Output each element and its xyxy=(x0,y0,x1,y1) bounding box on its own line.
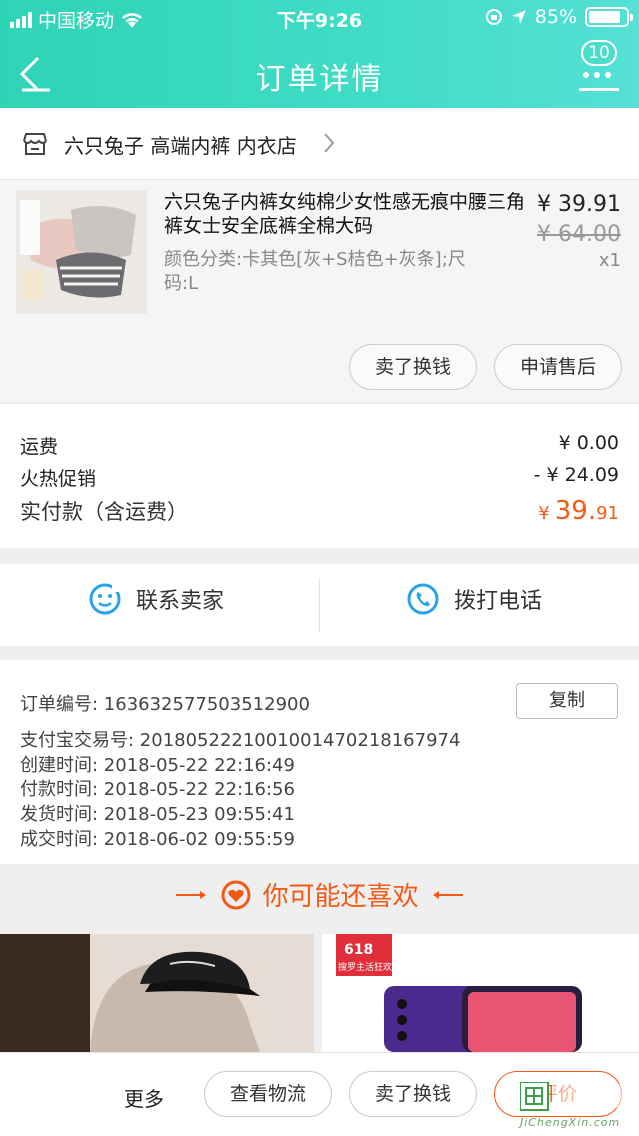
menu-underline xyxy=(579,88,619,91)
shipping-value: ¥ 0.00 xyxy=(558,432,619,454)
watermark-logo xyxy=(519,1081,628,1111)
after-sale-button[interactable]: 申请售后 xyxy=(494,344,622,390)
tag-618-sub: 搜罗主活狂欢季 xyxy=(338,963,402,973)
shipping-row: 运费 ¥ 0.00 xyxy=(20,432,619,459)
more-menu-button[interactable]: 10 xyxy=(579,40,619,92)
more-dots-icon xyxy=(583,72,611,78)
resell-button[interactable]: 卖了换钱 xyxy=(349,344,477,390)
left-arrow-deco-icon xyxy=(176,890,207,899)
completed-time: 成交时间: 2018-06-02 09:55:59 xyxy=(20,829,295,850)
page-title: 订单详情 xyxy=(255,62,384,97)
view-logistics-button[interactable]: 查看物流 xyxy=(204,1071,332,1117)
heart-circle-icon xyxy=(221,880,251,909)
status-right: 85% xyxy=(485,6,633,28)
promo-value: - ¥ 24.09 xyxy=(533,464,619,486)
chevron-right-icon xyxy=(324,133,335,153)
contact-seller-button[interactable]: 联系卖家 xyxy=(88,582,224,616)
shipping-label: 运费 xyxy=(20,436,59,458)
paid-decimal: 91 xyxy=(596,503,619,524)
message-count-badge: 10 xyxy=(581,40,617,66)
recommend-header: 你可能还喜欢 xyxy=(0,864,639,934)
product-price: ¥ 39.91 xyxy=(537,192,621,217)
product-title[interactable]: 六只兔子内裤女纯棉少女性感无痕中腰三角裤女士安全底裤全棉大码 xyxy=(164,190,534,238)
tag-618: 618 xyxy=(344,942,374,958)
paid-integer: 39. xyxy=(554,496,597,526)
recommend-item-phone[interactable]: 618 搜罗主活狂欢季 xyxy=(322,934,639,1052)
chat-smile-icon xyxy=(89,583,121,615)
phone-icon xyxy=(407,583,439,615)
rotation-lock-icon xyxy=(485,9,502,25)
promo-row: 火热促销 - ¥ 24.09 xyxy=(20,464,619,491)
status-bar: 中国移动 下午9:26 85% xyxy=(0,0,639,36)
more-button[interactable]: 更多 xyxy=(124,1083,164,1112)
created-time: 创建时间: 2018-05-22 22:16:49 xyxy=(20,755,295,776)
alipay-trade-number: 支付宝交易号: 2018052221001001470218167974 xyxy=(20,730,461,751)
call-phone-label: 拨打电话 xyxy=(454,589,543,614)
product-quantity: x1 xyxy=(598,250,621,271)
contact-bar: 联系卖家 拨打电话 xyxy=(0,564,639,646)
copy-button[interactable]: 复制 xyxy=(516,683,618,719)
contact-divider xyxy=(319,578,320,632)
store-icon xyxy=(23,133,47,155)
product-attributes: 颜色分类:卡其色[灰+S桔色+灰条];尺码:L xyxy=(164,249,466,294)
recommend-title-row: 你可能还喜欢 xyxy=(0,876,639,913)
paid-row: 实付款（含运费） ¥ 39.91 xyxy=(20,496,619,526)
battery-percent: 85% xyxy=(534,6,577,28)
call-phone-button[interactable]: 拨打电话 xyxy=(406,582,542,616)
battery-icon xyxy=(585,7,633,27)
paid-total: ¥ 39.91 xyxy=(538,496,619,526)
product-thumbnail[interactable] xyxy=(16,190,147,314)
recommend-title: 你可能还喜欢 xyxy=(262,882,419,912)
paid-label: 实付款（含运费） xyxy=(20,500,188,524)
paid-currency: ¥ xyxy=(538,503,550,524)
app-header: 中国移动 下午9:26 85% 订单详情 10 xyxy=(0,0,639,108)
shop-row[interactable]: 六只兔子 高端内裤 内衣店 xyxy=(0,108,639,180)
right-arrow-deco-icon xyxy=(432,890,463,899)
product-original-price: ¥ 64.00 xyxy=(537,222,621,247)
fee-summary: 运费 ¥ 0.00 火热促销 - ¥ 24.09 实付款（含运费） ¥ 39.9… xyxy=(0,404,639,548)
site-watermark: JiChengXin.com xyxy=(519,1081,632,1129)
recommend-item-cap-image[interactable] xyxy=(0,934,314,1052)
location-icon xyxy=(511,10,526,24)
order-number: 订单编号: 1636325775035129​00 xyxy=(20,694,310,715)
bottom-resell-button[interactable]: 卖了换钱 xyxy=(349,1071,477,1117)
product-card[interactable]: 六只兔子内裤女纯棉少女性感无痕中腰三角裤女士安全底裤全棉大码 颜色分类:卡其色[… xyxy=(0,180,639,402)
promo-label: 火热促销 xyxy=(20,468,97,490)
paid-time: 付款时间: 2018-05-22 22:16:56 xyxy=(20,779,295,800)
shipped-time: 发货时间: 2018-05-23 09:55:41 xyxy=(20,804,295,825)
contact-seller-label: 联系卖家 xyxy=(136,589,225,614)
shop-name: 六只兔子 高端内裤 内衣店 xyxy=(64,134,297,158)
watermark-text: JiChengXin.com xyxy=(520,1116,621,1129)
order-info: 订单编号: 1636325775035129​00 复制 支付宝交易号: 201… xyxy=(0,660,639,864)
